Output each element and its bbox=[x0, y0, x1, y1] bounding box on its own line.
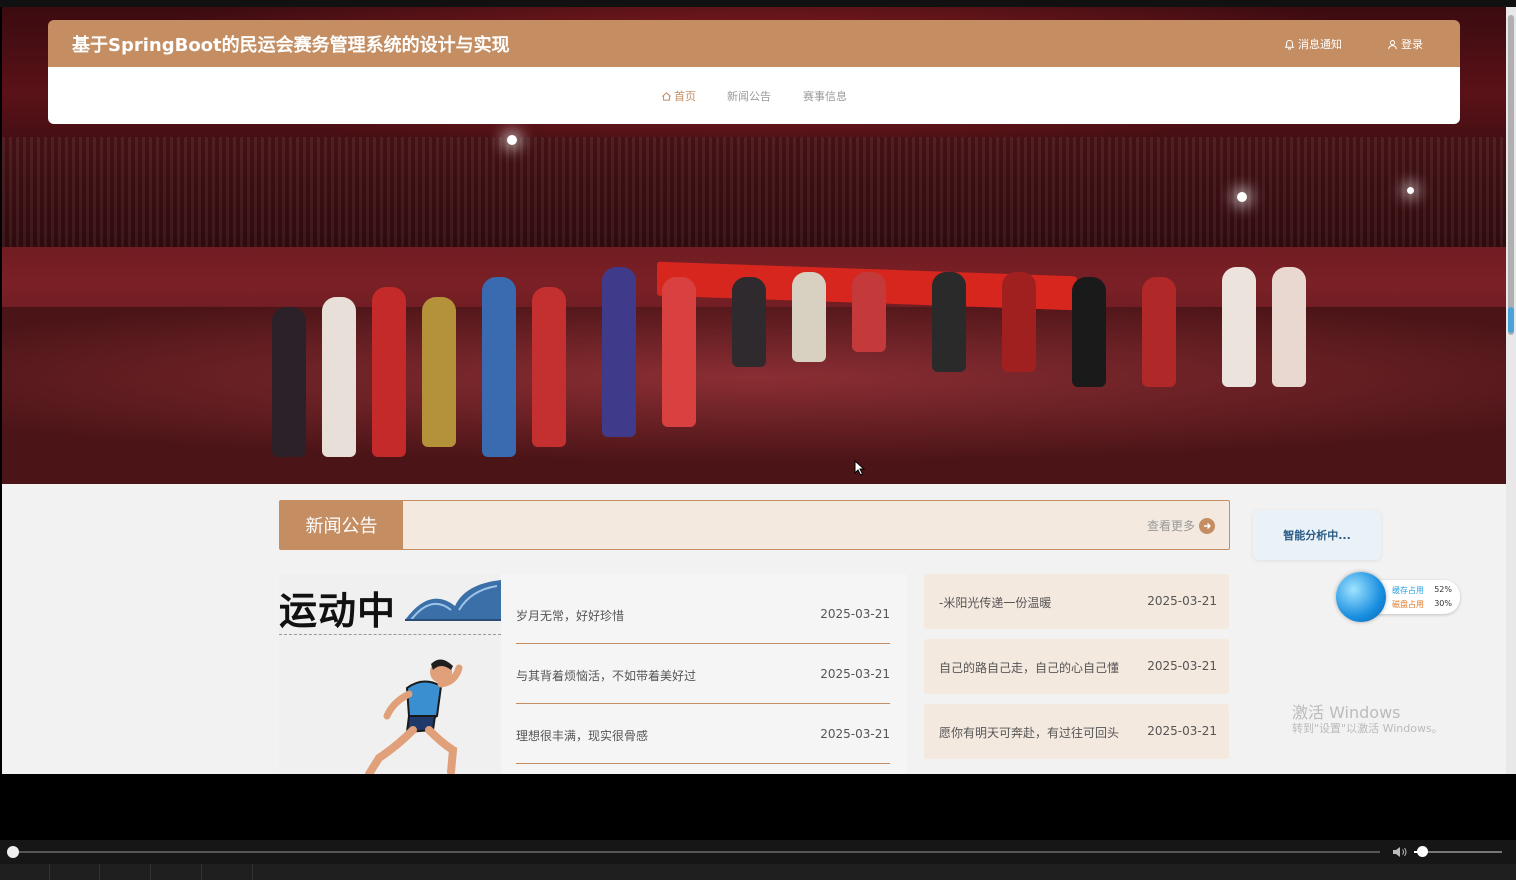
news-item-date: 2025-03-21 bbox=[1147, 594, 1217, 608]
news-section-header: 新闻公告 查看更多 bbox=[279, 500, 1230, 550]
news-list-left: 岁月无常，好好珍惜 2025-03-21 与其背着烦恼活，不如带着美好过 202… bbox=[501, 574, 907, 774]
news-item-date: 2025-03-21 bbox=[820, 607, 890, 621]
news-item-title: 与其背着烦恼活，不如带着美好过 bbox=[516, 669, 697, 683]
video-control-bar bbox=[0, 840, 1516, 864]
player-button[interactable] bbox=[50, 864, 100, 880]
stadium-crowd bbox=[2, 137, 1506, 247]
news-list-item[interactable]: 愿你有明天可奔赴，有过往可回头 2025-03-21 bbox=[924, 704, 1229, 759]
login-label: 登录 bbox=[1401, 38, 1423, 51]
news-item-title: 愿你有明天可奔赴，有过往可回头 bbox=[939, 726, 1120, 740]
cache-usage-value: 52% bbox=[1434, 585, 1452, 594]
notify-button[interactable]: 消息通知 bbox=[1284, 36, 1342, 52]
mouse-cursor-icon bbox=[854, 460, 866, 476]
news-list-item[interactable]: 自己的路自己走，自己的心自己懂 2025-03-21 bbox=[924, 639, 1229, 694]
news-item-date: 2025-03-21 bbox=[820, 727, 890, 741]
site-header: 基于SpringBoot的民运会赛务管理系统的设计与实现 消息通知 登录 bbox=[48, 20, 1460, 67]
nav-label: 首页 bbox=[674, 90, 696, 103]
home-icon bbox=[662, 91, 671, 101]
nav-item-events[interactable]: 赛事信息 bbox=[803, 88, 847, 104]
news-list-item[interactable]: -米阳光传递一份温暖 2025-03-21 bbox=[924, 574, 1229, 629]
disk-usage-label: 磁盘占用 bbox=[1392, 600, 1424, 609]
news-feature-image[interactable]: 运动中 bbox=[279, 574, 501, 774]
player-button-row bbox=[0, 864, 1516, 880]
nav-label: 新闻公告 bbox=[727, 90, 771, 103]
player-button[interactable] bbox=[0, 864, 50, 880]
cache-usage-label: 缓存占用 bbox=[1392, 586, 1424, 595]
memory-panel: 缓存占用 52% 磁盘占用 30% bbox=[1376, 580, 1460, 614]
site-title: 基于SpringBoot的民运会赛务管理系统的设计与实现 bbox=[72, 35, 510, 56]
user-icon bbox=[1388, 39, 1397, 49]
runner-illustration bbox=[365, 659, 463, 774]
seek-bar[interactable] bbox=[14, 851, 1380, 853]
memory-monitor-widget[interactable]: 缓存占用 52% 磁盘占用 30% bbox=[1336, 572, 1460, 622]
notify-label: 消息通知 bbox=[1298, 38, 1342, 51]
page-scrollbar[interactable] bbox=[1506, 7, 1516, 774]
stadium-illustration bbox=[405, 580, 501, 621]
player-button[interactable] bbox=[101, 864, 151, 880]
dashed-divider bbox=[279, 634, 501, 635]
view-more-link[interactable]: 查看更多 bbox=[1147, 517, 1215, 534]
seek-handle[interactable] bbox=[7, 846, 19, 858]
player-button[interactable] bbox=[203, 864, 253, 880]
window-top-border bbox=[0, 0, 1516, 7]
news-list-item[interactable]: 与其背着烦恼活，不如带着美好过 2025-03-21 bbox=[516, 644, 890, 704]
news-item-title: 理想很丰满，现实很骨感 bbox=[516, 729, 649, 743]
arrow-right-icon bbox=[1199, 517, 1215, 534]
volume-icon[interactable] bbox=[1392, 845, 1408, 859]
news-item-date: 2025-03-21 bbox=[1147, 659, 1217, 673]
news-section-title: 新闻公告 bbox=[280, 501, 403, 549]
nav-item-news[interactable]: 新闻公告 bbox=[727, 88, 771, 104]
player-button[interactable] bbox=[152, 864, 202, 880]
stadium-light bbox=[1407, 187, 1414, 194]
disk-usage-value: 30% bbox=[1434, 599, 1452, 608]
memory-ball-icon[interactable] bbox=[1336, 572, 1386, 622]
nav-item-home[interactable]: 首页 bbox=[661, 88, 696, 104]
news-item-title: 自己的路自己走，自己的心自己懂 bbox=[939, 661, 1120, 675]
news-item-title: -米阳光传递一份温暖 bbox=[939, 596, 1052, 610]
main-nav: 首页 新闻公告 赛事信息 bbox=[48, 67, 1460, 124]
stadium-light bbox=[1237, 192, 1247, 202]
video-letterbox bbox=[0, 774, 1516, 840]
news-list-item[interactable]: 岁月无常，好好珍惜 2025-03-21 bbox=[516, 584, 890, 644]
ai-analysis-label: 智能分析中... bbox=[1283, 529, 1351, 542]
news-list-item[interactable]: 理想很丰满，现实很骨感 2025-03-21 bbox=[516, 704, 890, 764]
browser-viewport: 基于SpringBoot的民运会赛务管理系统的设计与实现 消息通知 登录 首页 … bbox=[2, 7, 1506, 774]
stadium-light bbox=[507, 135, 517, 145]
scrollbar-thumb[interactable] bbox=[1508, 15, 1514, 335]
login-button[interactable]: 登录 bbox=[1387, 36, 1423, 52]
volume-handle[interactable] bbox=[1417, 846, 1428, 857]
windows-activation-hint: 转到"设置"以激活 Windows。 bbox=[1292, 722, 1443, 735]
ai-analysis-widget[interactable]: 智能分析中... bbox=[1253, 510, 1381, 560]
feature-image-text: 运动中 bbox=[279, 589, 397, 633]
news-item-date: 2025-03-21 bbox=[820, 667, 890, 681]
bell-icon bbox=[1284, 39, 1295, 50]
news-item-date: 2025-03-21 bbox=[1147, 724, 1217, 738]
view-more-label: 查看更多 bbox=[1146, 519, 1195, 533]
parade-marchers bbox=[232, 247, 1332, 477]
scrollbar-marker bbox=[1508, 307, 1514, 333]
news-item-title: 岁月无常，好好珍惜 bbox=[516, 609, 625, 623]
nav-label: 赛事信息 bbox=[803, 90, 847, 103]
